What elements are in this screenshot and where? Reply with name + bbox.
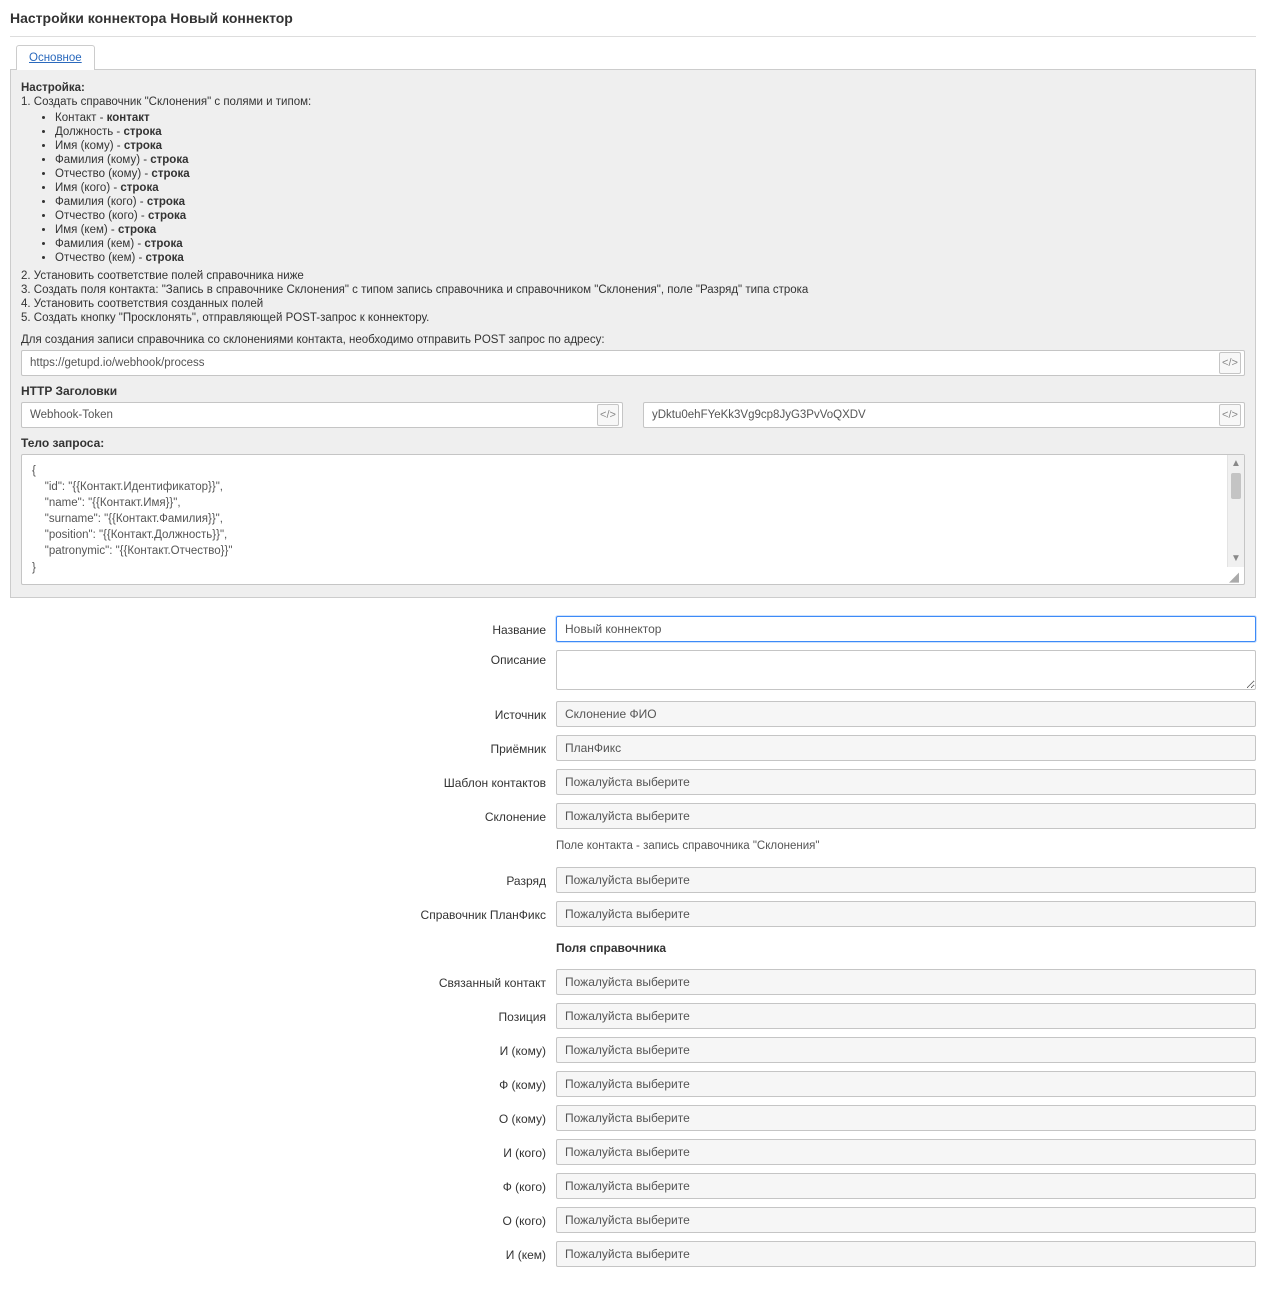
reference-field-select[interactable]: Пожалуйста выберите: [556, 1241, 1256, 1267]
input-name[interactable]: [556, 616, 1256, 642]
label-desc: Описание: [10, 650, 556, 667]
reference-field-row: Ф (кому)Пожалуйста выберите: [10, 1071, 1256, 1097]
reference-field-select[interactable]: Пожалуйста выберите: [556, 1003, 1256, 1029]
label-template: Шаблон контактов: [10, 773, 556, 790]
tab-main-link[interactable]: Основное: [29, 52, 82, 64]
reference-field-row: О (кому)Пожалуйста выберите: [10, 1105, 1256, 1131]
label-declension: Склонение: [10, 807, 556, 824]
declension-hint: Поле контакта - запись справочника "Скло…: [556, 838, 1256, 854]
config-form: Название Описание Источник Склонение ФИО…: [10, 616, 1256, 1267]
list-item: Контакт - контакт: [55, 112, 1245, 124]
reference-field-row: Ф (кого)Пожалуйста выберите: [10, 1173, 1256, 1199]
reference-field-select[interactable]: Пожалуйста выберите: [556, 1207, 1256, 1233]
insert-variable-button[interactable]: </>: [1219, 404, 1241, 426]
setup-heading: Настройка:: [21, 82, 1245, 94]
list-item: Отчество (кем) - строка: [55, 252, 1245, 264]
list-item: Отчество (кому) - строка: [55, 168, 1245, 180]
reference-field-select[interactable]: Пожалуйста выберите: [556, 969, 1256, 995]
reference-field-select[interactable]: Пожалуйста выберите: [556, 1139, 1256, 1165]
insert-variable-button[interactable]: </>: [597, 404, 619, 426]
setup-step5: 5. Создать кнопку "Просклонять", отправл…: [21, 312, 1245, 324]
setup-step4: 4. Установить соответствия созданных пол…: [21, 298, 1245, 310]
list-item: Должность - строка: [55, 126, 1245, 138]
reference-fields-heading: Поля справочника: [556, 937, 1256, 959]
select-receiver[interactable]: ПланФикс: [556, 735, 1256, 761]
reference-field-label: И (кого): [10, 1143, 556, 1160]
setup-panel: Настройка: 1. Создать справочник "Склоне…: [10, 69, 1256, 598]
select-source[interactable]: Склонение ФИО: [556, 701, 1256, 727]
reference-field-select[interactable]: Пожалуйста выберите: [556, 1037, 1256, 1063]
http-headers-title: HTTP Заголовки: [21, 380, 1245, 398]
scroll-down-icon[interactable]: ▼: [1228, 551, 1244, 567]
label-source: Источник: [10, 705, 556, 722]
setup-step1: 1. Создать справочник "Склонения" с поля…: [21, 96, 1245, 108]
body-title: Тело запроса:: [21, 432, 1245, 450]
setup-step2: 2. Установить соответствие полей справоч…: [21, 270, 1245, 282]
header-name-value: Webhook-Token: [30, 409, 113, 421]
scroll-up-icon[interactable]: ▲: [1228, 455, 1244, 471]
list-item: Имя (кого) - строка: [55, 182, 1245, 194]
reference-field-row: И (кем)Пожалуйста выберите: [10, 1241, 1256, 1267]
header-value-value: yDktu0ehFYeKk3Vg9cp8JyG3PvVoQXDV: [652, 409, 866, 421]
header-name-box[interactable]: Webhook-Token </>: [21, 402, 623, 428]
reference-field-select[interactable]: Пожалуйста выберите: [556, 1105, 1256, 1131]
input-desc[interactable]: [556, 650, 1256, 690]
list-item: Отчество (кого) - строка: [55, 210, 1245, 222]
page-title: Настройки коннектора Новый коннектор: [10, 6, 1256, 32]
select-rank[interactable]: Пожалуйста выберите: [556, 867, 1256, 893]
divider: [10, 36, 1256, 37]
scrollbar[interactable]: ▲ ▼: [1227, 455, 1244, 567]
reference-field-label: Ф (кого): [10, 1177, 556, 1194]
reference-field-row: О (кого)Пожалуйста выберите: [10, 1207, 1256, 1233]
webhook-url-value: https://getupd.io/webhook/process: [30, 357, 205, 369]
label-name: Название: [10, 620, 556, 637]
list-item: Имя (кем) - строка: [55, 224, 1245, 236]
resize-handle-icon[interactable]: ◢: [1229, 569, 1243, 583]
scroll-thumb[interactable]: [1231, 473, 1241, 499]
list-item: Имя (кому) - строка: [55, 140, 1245, 152]
body-textarea[interactable]: { "id": "{{Контакт.Идентификатор}}", "na…: [21, 454, 1245, 585]
reference-field-select[interactable]: Пожалуйста выберите: [556, 1071, 1256, 1097]
list-item: Фамилия (кем) - строка: [55, 238, 1245, 250]
reference-field-row: Связанный контактПожалуйста выберите: [10, 969, 1256, 995]
setup-fields-list: Контакт - контакт Должность - строка Имя (…: [21, 112, 1245, 264]
select-declension[interactable]: Пожалуйста выберите: [556, 803, 1256, 829]
reference-field-label: Позиция: [10, 1007, 556, 1024]
label-rank: Разряд: [10, 871, 556, 888]
setup-step3: 3. Создать поля контакта: "Запись в спра…: [21, 284, 1245, 296]
list-item: Фамилия (кому) - строка: [55, 154, 1245, 166]
reference-field-row: И (кому)Пожалуйста выберите: [10, 1037, 1256, 1063]
reference-field-row: И (кого)Пожалуйста выберите: [10, 1139, 1256, 1165]
reference-field-row: ПозицияПожалуйста выберите: [10, 1003, 1256, 1029]
reference-field-label: Ф (кому): [10, 1075, 556, 1092]
label-reference: Справочник ПланФикс: [10, 905, 556, 922]
reference-field-label: О (кого): [10, 1211, 556, 1228]
header-value-box[interactable]: yDktu0ehFYeKk3Vg9cp8JyG3PvVoQXDV </>: [643, 402, 1245, 428]
tabs: Основное: [10, 45, 1256, 70]
webhook-url-box[interactable]: https://getupd.io/webhook/process </>: [21, 350, 1245, 376]
insert-variable-button[interactable]: </>: [1219, 352, 1241, 374]
label-receiver: Приёмник: [10, 739, 556, 756]
reference-field-label: Связанный контакт: [10, 973, 556, 990]
post-note: Для создания записи справочника со склон…: [21, 334, 1245, 346]
tab-main[interactable]: Основное: [16, 45, 95, 70]
select-template[interactable]: Пожалуйста выберите: [556, 769, 1256, 795]
reference-field-select[interactable]: Пожалуйста выберите: [556, 1173, 1256, 1199]
reference-field-label: И (кем): [10, 1245, 556, 1262]
reference-field-label: О (кому): [10, 1109, 556, 1126]
list-item: Фамилия (кого) - строка: [55, 196, 1245, 208]
reference-field-label: И (кому): [10, 1041, 556, 1058]
select-reference[interactable]: Пожалуйста выберите: [556, 901, 1256, 927]
